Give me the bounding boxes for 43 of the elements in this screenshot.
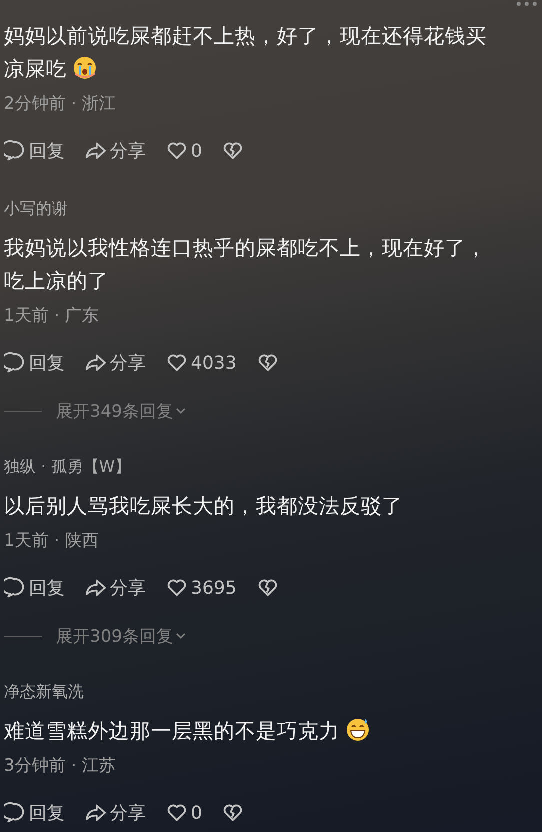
- speech-bubble-icon: [4, 352, 26, 374]
- dislike-button[interactable]: [256, 352, 279, 374]
- comment-meta: 3分钟前 · 江苏: [4, 755, 118, 778]
- username[interactable]: 小写的谢: [4, 197, 506, 221]
- comment-text: 我妈说以我性格连口热乎的屎都吃不上，现在好了，吃上凉的了: [4, 235, 488, 295]
- like-button[interactable]: 4033: [166, 352, 237, 374]
- comment-meta: 2分钟前 · 浙江: [4, 93, 118, 116]
- reply-button[interactable]: 回复: [4, 139, 65, 163]
- dislike-button[interactable]: [222, 802, 244, 824]
- share-button[interactable]: 分享: [85, 139, 146, 163]
- reply-button[interactable]: 回复: [4, 576, 65, 600]
- heart-icon: [166, 577, 188, 599]
- dislike-button[interactable]: [222, 140, 244, 162]
- heart-icon: [166, 802, 188, 824]
- share-button[interactable]: 分享: [85, 576, 146, 600]
- like-button[interactable]: 3695: [166, 577, 237, 599]
- grinning-sweat-face-icon: [346, 718, 370, 742]
- share-button[interactable]: 分享: [85, 351, 146, 375]
- comment-text: 难道雪糕外边那一层黑的不是巧克力: [4, 715, 504, 748]
- share-arrow-icon: [85, 140, 107, 162]
- share-arrow-icon: [85, 802, 107, 824]
- comment-meta: 1天前 · 陕西: [4, 530, 100, 553]
- like-button[interactable]: 0: [166, 140, 202, 162]
- share-arrow-icon: [85, 352, 107, 374]
- speech-bubble-icon: [4, 802, 26, 824]
- comment-meta: 1天前 · 广东: [4, 305, 100, 328]
- reply-button[interactable]: 回复: [4, 351, 65, 375]
- like-button[interactable]: 0: [166, 802, 202, 824]
- crying-face-icon: [73, 56, 97, 80]
- comment-text: 妈妈以前说吃屎都赶不上热，好了，现在还得花钱买凉屎吃: [4, 23, 488, 83]
- speech-bubble-icon: [4, 140, 26, 162]
- heart-icon: [166, 140, 188, 162]
- speech-bubble-icon: [4, 577, 26, 599]
- expand-replies-button[interactable]: 展开309条回复: [56, 624, 188, 648]
- heart-icon: [166, 352, 188, 374]
- username[interactable]: 独纵 · 孤勇【W】: [4, 455, 506, 479]
- share-button[interactable]: 分享: [85, 801, 146, 825]
- share-arrow-icon: [85, 577, 107, 599]
- dislike-button[interactable]: [256, 577, 279, 599]
- username[interactable]: 净态新氧洗: [4, 680, 506, 704]
- comment-text: 以后别人骂我吃屎长大的，我都没法反驳了: [4, 493, 404, 520]
- more-icon[interactable]: [516, 1, 538, 7]
- reply-button[interactable]: 回复: [4, 801, 65, 825]
